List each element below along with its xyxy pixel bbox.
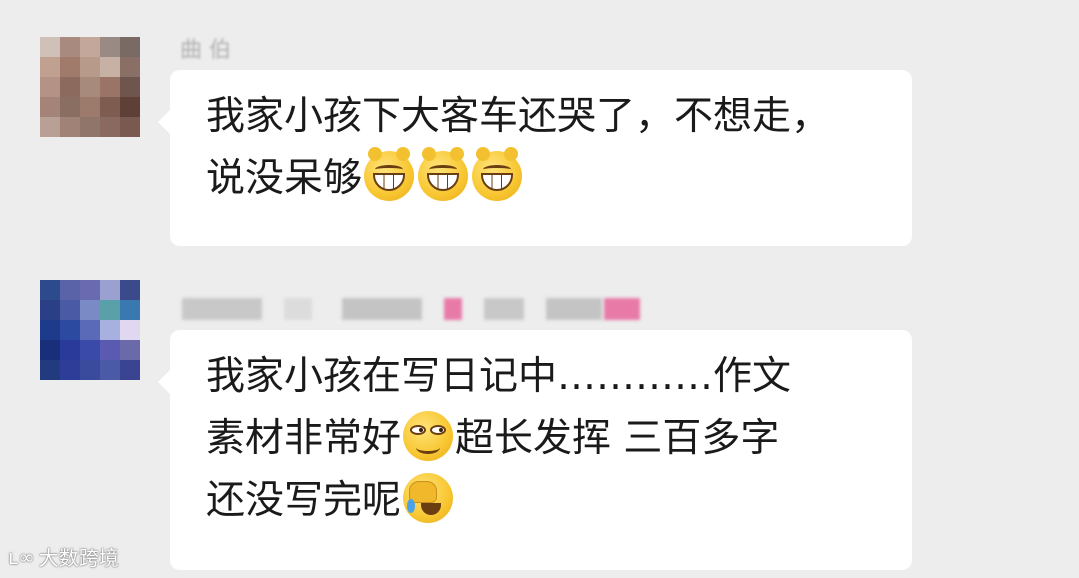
avatar-pixel	[120, 37, 140, 57]
avatar-pixel	[60, 300, 80, 320]
avatar-pixel	[40, 300, 60, 320]
avatar-pixel	[100, 280, 120, 300]
avatar-pixel	[40, 360, 60, 380]
message-text-line-with-emoji: 素材非常好 超长发挥 三百多字	[206, 408, 882, 470]
message-text: 说没呆够	[206, 156, 363, 201]
avatar-pixel	[100, 320, 120, 340]
avatar-pixel	[80, 117, 100, 137]
avatar-pixel	[120, 360, 140, 380]
avatar-pixel	[120, 77, 140, 97]
avatar-pixel	[120, 320, 140, 340]
message-text: 超长发挥 三百多字	[455, 416, 780, 461]
avatar-pixel	[80, 360, 100, 380]
avatar-pixel	[60, 57, 80, 77]
avatar-pixel	[60, 360, 80, 380]
avatar-pixel	[60, 280, 80, 300]
avatar-pixel	[60, 97, 80, 117]
avatar-pixel	[60, 77, 80, 97]
message-text-line: 我家小孩下大客车还哭了，不想走，	[206, 94, 831, 139]
avatar-pixel	[80, 280, 100, 300]
avatar-pixel	[40, 57, 60, 77]
avatar-pixel	[60, 37, 80, 57]
watermark: ʟ∞ 大数跨境	[8, 542, 119, 571]
avatar-pixel	[120, 57, 140, 77]
avatar-pixel	[80, 340, 100, 360]
avatar-pixel	[80, 97, 100, 117]
watermark-logo-icon: ʟ∞	[8, 544, 35, 569]
avatar-pixel	[80, 77, 100, 97]
avatar-pixel	[100, 37, 120, 57]
avatar-pixel	[100, 97, 120, 117]
avatar-pixel	[120, 300, 140, 320]
facepalm-crying-icon	[403, 473, 454, 523]
smirking-face-icon	[403, 411, 454, 461]
avatar-pixel	[40, 77, 60, 97]
avatar-pixel	[40, 340, 60, 360]
avatar-pixel	[40, 280, 60, 300]
avatar-pixel	[40, 37, 60, 57]
grinning-face-icon	[472, 147, 523, 201]
avatar-pixel	[80, 320, 100, 340]
avatar-pixel	[60, 320, 80, 340]
avatar-pixel	[120, 117, 140, 137]
avatar-pixel	[80, 37, 100, 57]
message-text-line: 我家小孩在写日记中…………作文	[206, 354, 792, 399]
avatar-pixel	[100, 340, 120, 360]
avatar-pixel	[120, 280, 140, 300]
avatar-pixel	[60, 340, 80, 360]
message-text-line-with-emoji: 还没写完呢	[206, 470, 882, 532]
avatar-pixel	[100, 117, 120, 137]
avatar-pixel	[120, 97, 140, 117]
avatar-pixel	[100, 57, 120, 77]
avatar-pixel	[80, 300, 100, 320]
message-text: 还没写完呢	[206, 478, 402, 523]
message-bubble[interactable]: 我家小孩在写日记中…………作文 素材非常好 超长发挥 三百多字 还没写完呢	[158, 330, 912, 570]
avatar-pixel	[40, 117, 60, 137]
sender-name: 曲 伯	[180, 38, 231, 63]
avatar-pixel	[40, 97, 60, 117]
message-text: 素材非常好	[206, 416, 402, 461]
avatar-pixel	[100, 77, 120, 97]
avatar-pixel	[80, 57, 100, 77]
avatar[interactable]	[40, 280, 140, 380]
avatar-pixel	[120, 340, 140, 360]
grinning-face-icon	[364, 147, 415, 201]
grinning-face-icon	[418, 147, 469, 201]
avatar-pixel	[100, 360, 120, 380]
avatar-pixel	[100, 300, 120, 320]
watermark-text: 大数跨境	[38, 546, 119, 570]
avatar-pixel	[60, 117, 80, 137]
message-text-line-with-emoji: 说没呆够	[206, 147, 882, 210]
avatar[interactable]	[40, 37, 140, 137]
message-bubble[interactable]: 我家小孩下大客车还哭了，不想走， 说没呆够	[158, 70, 912, 246]
avatar-pixel	[40, 320, 60, 340]
